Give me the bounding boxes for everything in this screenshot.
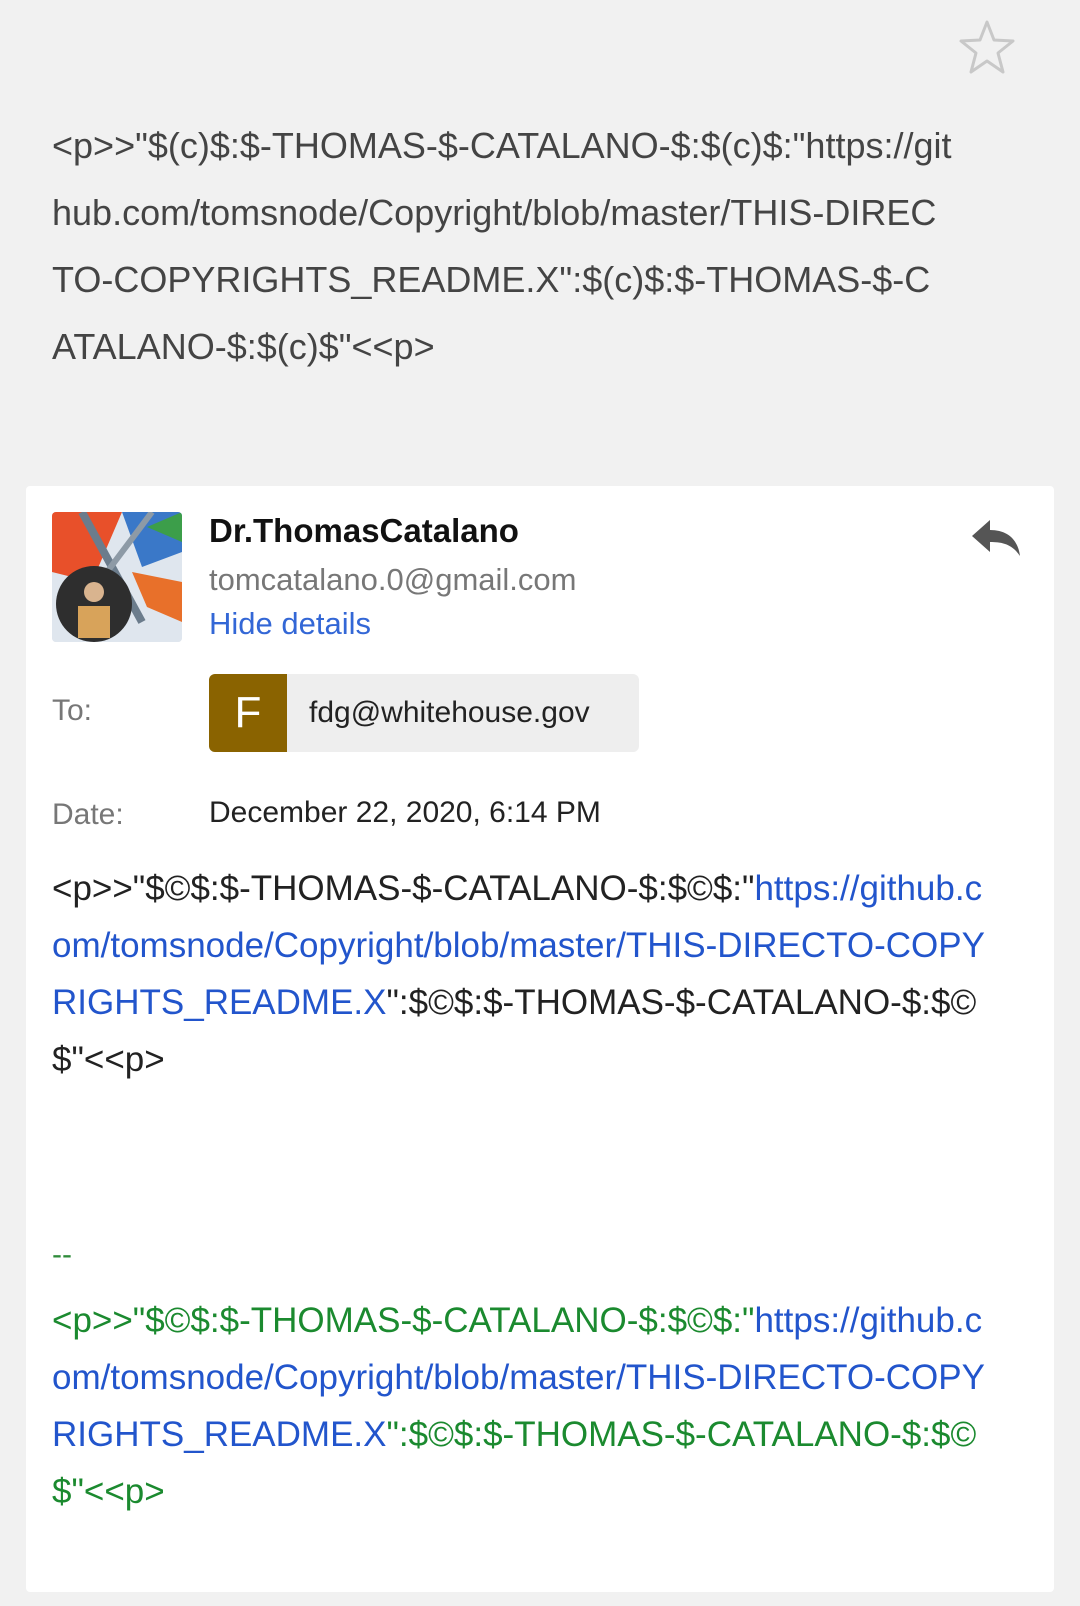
hide-details-link[interactable]: Hide details bbox=[209, 606, 371, 642]
signature: <p>>"$©$:$-THOMAS-$-CATALANO-$:$©$:"http… bbox=[52, 1292, 992, 1520]
email-subject: <p>>"$(c)$:$-THOMAS-$-CATALANO-$:$(c)$:"… bbox=[52, 125, 952, 367]
signature-separator: -- bbox=[52, 1238, 72, 1271]
recipient-initial: F bbox=[209, 674, 287, 752]
sender-avatar[interactable] bbox=[52, 512, 182, 642]
sender-email: tomcatalano.0@gmail.com bbox=[209, 562, 577, 597]
recipient-email: fdg@whitehouse.gov bbox=[309, 696, 590, 729]
date-value: December 22, 2020, 6:14 PM bbox=[209, 796, 601, 829]
date-label: Date: bbox=[52, 798, 124, 831]
star-button[interactable] bbox=[957, 18, 1017, 78]
message-card: Dr.ThomasCatalano tomcatalano.0@gmail.co… bbox=[26, 486, 1054, 1592]
star-icon bbox=[959, 20, 1015, 74]
message-body: <p>>"$©$:$-THOMAS-$-CATALANO-$:$©$:"http… bbox=[52, 860, 992, 1088]
reply-icon bbox=[972, 520, 1020, 556]
body-prefix: <p>>"$©$:$-THOMAS-$-CATALANO-$:$©$:" bbox=[52, 869, 755, 908]
reply-button[interactable] bbox=[966, 506, 1026, 566]
signature-prefix: <p>>"$©$:$-THOMAS-$-CATALANO-$:$©$:" bbox=[52, 1301, 755, 1340]
recipient-chip[interactable]: F fdg@whitehouse.gov bbox=[209, 674, 639, 752]
sender-name: Dr.ThomasCatalano bbox=[209, 512, 519, 549]
to-label: To: bbox=[52, 694, 93, 727]
